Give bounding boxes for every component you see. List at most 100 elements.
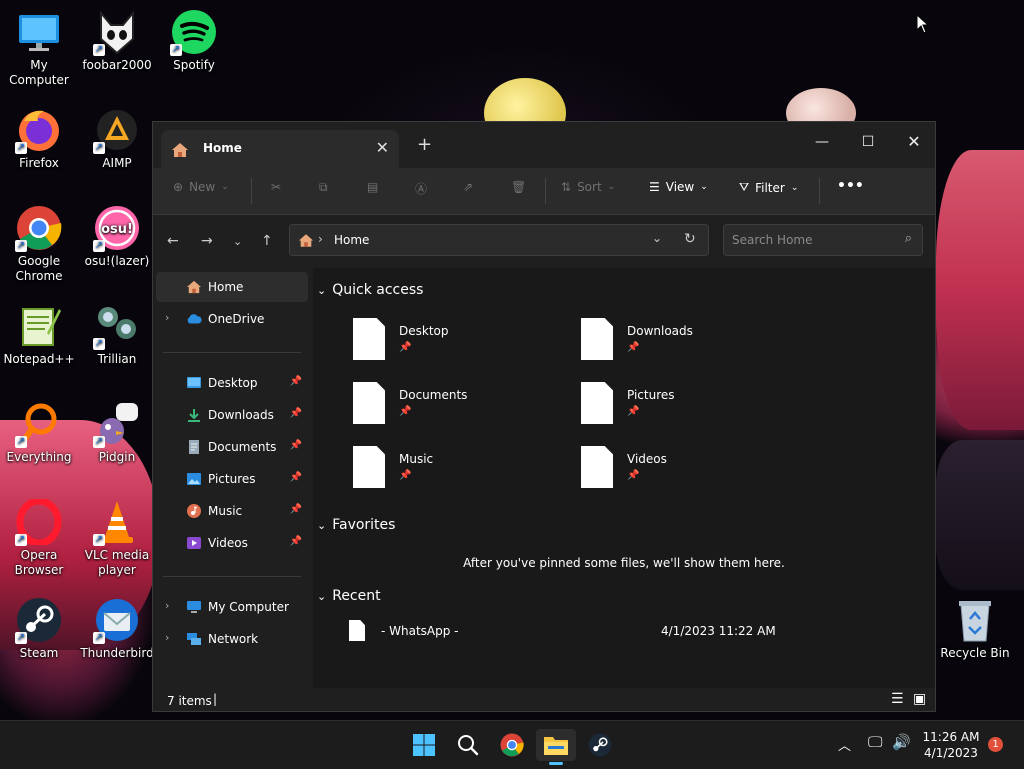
volume-icon[interactable]: 🔊 bbox=[892, 733, 911, 751]
sidebar-item-documents[interactable]: Documents 📌 bbox=[156, 432, 308, 462]
sidebar-item-my-computer[interactable]: › My Computer bbox=[156, 592, 308, 622]
taskbar-search-button[interactable] bbox=[448, 729, 488, 761]
quick-access-item[interactable]: Pictures 📌 bbox=[581, 382, 781, 430]
share-icon: ⇗ bbox=[463, 180, 474, 194]
sidebar-item-music[interactable]: Music 📌 bbox=[156, 496, 308, 526]
chevron-right-icon[interactable]: › bbox=[165, 311, 169, 324]
sidebar-item-home[interactable]: Home bbox=[156, 272, 308, 302]
section-header-favorites[interactable]: ⌄ Favorites bbox=[317, 517, 395, 533]
command-bar: ⊕ New ⌄ ✂ ⧉ ▤ Ⓐ ⇗ 🗑 ⇅ Sort ⌄ ☰ View ⌄ ⛛ … bbox=[153, 168, 935, 215]
sort-button[interactable]: ⇅ Sort ⌄ bbox=[561, 180, 615, 194]
shortcut-arrow-icon: ↗ bbox=[15, 240, 27, 252]
desktop-icon-opera[interactable]: ↗ Opera Browser bbox=[1, 498, 77, 578]
chevron-right-icon[interactable]: › bbox=[165, 599, 169, 612]
desktop-icon-label: Opera Browser bbox=[14, 548, 64, 577]
windows-logo-icon bbox=[413, 734, 435, 756]
music-icon bbox=[187, 504, 201, 518]
desktop-icon-trillian[interactable]: ↗ Trillian bbox=[79, 302, 155, 367]
taskbar-file-explorer[interactable] bbox=[536, 729, 576, 765]
section-header-quick-access[interactable]: ⌄ Quick access bbox=[317, 282, 423, 298]
sidebar-item-videos[interactable]: Videos 📌 bbox=[156, 528, 308, 558]
sidebar-item-onedrive[interactable]: › OneDrive bbox=[156, 304, 308, 334]
section-header-recent[interactable]: ⌄ Recent bbox=[317, 588, 381, 604]
title-bar: Home ✕ + — ☐ ✕ bbox=[153, 122, 935, 168]
refresh-icon[interactable]: ↻ bbox=[684, 231, 696, 247]
divider bbox=[163, 352, 301, 353]
spotify-icon: ↗ bbox=[170, 8, 218, 56]
chevron-up-icon[interactable]: ︿ bbox=[838, 735, 851, 754]
desktop-icon-notepad-plus[interactable]: Notepad++ bbox=[1, 302, 77, 367]
filter-button[interactable]: ⛛ Filter ⌄ bbox=[739, 180, 798, 195]
view-button[interactable]: ☰ View ⌄ bbox=[649, 180, 708, 194]
sidebar-item-pictures[interactable]: Pictures 📌 bbox=[156, 464, 308, 494]
up-arrow-icon[interactable]: ↑ bbox=[261, 233, 273, 249]
desktop-icon-aimp[interactable]: ↗ AIMP bbox=[79, 106, 155, 171]
desktop-icon-spotify[interactable]: ↗ Spotify bbox=[156, 8, 232, 73]
address-dropdown-chevron-icon[interactable]: ⌄ bbox=[652, 231, 662, 245]
sidebar-item-downloads[interactable]: Downloads 📌 bbox=[156, 400, 308, 430]
shortcut-arrow-icon: ↗ bbox=[93, 240, 105, 252]
vlc-cone-icon: ↗ bbox=[93, 498, 141, 546]
sidebar-item-label: Downloads bbox=[208, 408, 274, 422]
desktop-icon-vlc[interactable]: ↗ VLC media player bbox=[79, 498, 155, 578]
folder-icon bbox=[544, 737, 568, 755]
details-view-icon[interactable]: ☰ bbox=[891, 691, 904, 707]
monitor-icon bbox=[187, 601, 201, 613]
maximize-button[interactable]: ☐ bbox=[845, 128, 891, 156]
recent-file-row[interactable]: - WhatsApp - 4/1/2023 11:22 AM bbox=[343, 618, 923, 644]
pidgin-icon: ↗ bbox=[93, 400, 141, 448]
copy-button[interactable]: ⧉ bbox=[319, 180, 328, 195]
sidebar-item-desktop[interactable]: Desktop 📌 bbox=[156, 368, 308, 398]
pin-icon: 📌 bbox=[627, 342, 640, 353]
notification-badge[interactable]: 1 bbox=[988, 737, 1003, 752]
minimize-button[interactable]: — bbox=[799, 128, 845, 156]
taskbar-steam[interactable] bbox=[580, 729, 620, 761]
quick-access-item[interactable]: Desktop 📌 bbox=[353, 318, 553, 366]
quick-access-item[interactable]: Downloads 📌 bbox=[581, 318, 781, 366]
more-options-button[interactable]: ••• bbox=[837, 178, 864, 194]
status-bar: 7 items | ☰ ▣ bbox=[153, 688, 935, 711]
desktop-icon-osu[interactable]: osu! ↗ osu!(lazer) bbox=[79, 204, 155, 269]
desktop-icon-foobar2000[interactable]: ↗ foobar2000 bbox=[79, 8, 155, 73]
back-arrow-icon[interactable]: ← bbox=[167, 233, 179, 249]
chevron-right-icon[interactable]: › bbox=[165, 631, 169, 644]
search-box[interactable]: Search Home ⌕ bbox=[723, 224, 923, 256]
recent-locations-chevron-icon[interactable]: ⌄ bbox=[233, 235, 242, 248]
desktop-icon-thunderbird[interactable]: ↗ Thunderbird bbox=[79, 596, 155, 661]
quick-access-item[interactable]: Videos 📌 bbox=[581, 446, 781, 494]
clock[interactable]: 11:26 AM 4/1/2023 bbox=[918, 729, 984, 761]
start-button[interactable] bbox=[404, 729, 444, 761]
quick-access-label: Documents bbox=[399, 388, 468, 402]
tab-home[interactable]: Home ✕ bbox=[161, 130, 399, 168]
share-button[interactable]: ⇗ bbox=[463, 180, 473, 194]
address-bar[interactable]: › Home ⌄ ↻ bbox=[289, 224, 709, 256]
desktop-icon-recycle-bin[interactable]: Recycle Bin bbox=[937, 596, 1013, 661]
new-button[interactable]: ⊕ New ⌄ bbox=[173, 180, 229, 194]
search-input[interactable]: Search Home bbox=[732, 233, 812, 247]
desktop-icon-pidgin[interactable]: ↗ Pidgin bbox=[79, 400, 155, 465]
shortcut-arrow-icon: ↗ bbox=[93, 142, 105, 154]
home-icon bbox=[298, 234, 314, 247]
new-tab-button[interactable]: + bbox=[417, 134, 432, 155]
tiles-view-icon[interactable]: ▣ bbox=[913, 691, 926, 707]
quick-access-item[interactable]: Documents 📌 bbox=[353, 382, 553, 430]
pin-icon: 📌 bbox=[399, 342, 412, 353]
taskbar-chrome[interactable] bbox=[492, 729, 532, 761]
cut-button[interactable]: ✂ bbox=[271, 180, 281, 194]
desktop-icon-google-chrome[interactable]: ↗ Google Chrome bbox=[1, 204, 77, 284]
network-monitor-icon[interactable]: 🖵 bbox=[868, 733, 882, 751]
rename-button[interactable]: Ⓐ bbox=[415, 180, 427, 197]
sidebar-item-network[interactable]: › Network bbox=[156, 624, 308, 654]
desktop-icon-steam[interactable]: ↗ Steam bbox=[1, 596, 77, 661]
desktop-icon-everything[interactable]: ↗ Everything bbox=[1, 400, 77, 465]
close-tab-icon[interactable]: ✕ bbox=[376, 138, 389, 157]
sort-label: Sort bbox=[577, 180, 602, 194]
desktop-icon-my-computer[interactable]: My Computer bbox=[1, 8, 77, 88]
breadcrumb[interactable]: Home bbox=[334, 233, 369, 247]
paste-button[interactable]: ▤ bbox=[367, 180, 378, 194]
delete-button[interactable]: 🗑 bbox=[511, 180, 526, 194]
close-window-button[interactable]: ✕ bbox=[891, 128, 935, 156]
quick-access-item[interactable]: Music 📌 bbox=[353, 446, 553, 494]
desktop-icon-firefox[interactable]: ↗ Firefox bbox=[1, 106, 77, 171]
forward-arrow-icon[interactable]: → bbox=[201, 233, 213, 249]
